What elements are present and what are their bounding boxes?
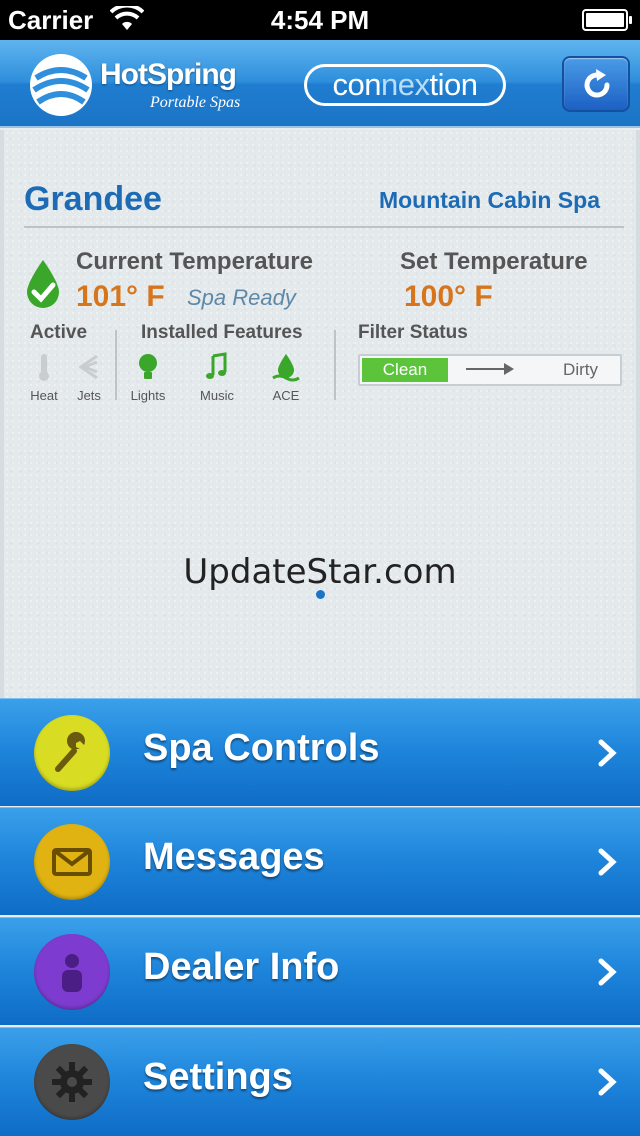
arrow-right-icon <box>466 363 514 375</box>
set-temperature-label: Set Temperature <box>400 248 588 275</box>
menu-dealer-info[interactable]: Dealer Info <box>0 917 640 1025</box>
filter-clean-label: Clean <box>362 358 448 382</box>
current-temperature-label: Current Temperature <box>76 248 313 275</box>
feature-music: Music <box>187 352 247 403</box>
refresh-button[interactable] <box>562 56 630 112</box>
spa-location: Mountain Cabin Spa <box>378 187 600 213</box>
brand-subtitle: Portable Spas <box>150 94 241 111</box>
watermark-text: UpdateStar.com <box>183 552 457 592</box>
chevron-right-icon <box>598 958 617 986</box>
person-icon <box>62 954 82 992</box>
jets-icon <box>78 354 98 380</box>
chevron-right-icon <box>598 1068 617 1096</box>
separator <box>334 330 336 400</box>
set-temperature-value: 100° F <box>404 280 493 313</box>
status-bar: Carrier 4:54 PM <box>0 0 640 40</box>
spa-status-text: Spa Ready <box>187 285 296 310</box>
connexion-mid: nex <box>381 67 430 102</box>
filter-status-bar: Clean Dirty <box>358 354 622 386</box>
gear-icon <box>52 1062 92 1102</box>
current-temperature-value: 101° F <box>76 280 165 313</box>
settings-icon-circle <box>34 1044 110 1120</box>
active-jets: Jets <box>59 352 119 403</box>
page-indicator-dot <box>316 590 325 599</box>
filter-status-title: Filter Status <box>358 322 468 343</box>
spa-ready-drop-icon <box>27 260 59 308</box>
menu-spa-controls-label: Spa Controls <box>143 727 380 769</box>
clock: 4:54 PM <box>270 5 370 35</box>
hotspring-logo: HotSpring Portable Spas <box>28 52 258 118</box>
menu-messages[interactable]: Messages <box>0 807 640 915</box>
divider <box>24 226 624 228</box>
feature-music-label: Music <box>200 388 234 403</box>
active-jets-label: Jets <box>77 388 101 403</box>
app-header: HotSpring Portable Spas connextion <box>0 40 640 128</box>
feature-ace-label: ACE <box>272 388 300 403</box>
connexion-logo: connextion <box>304 64 506 106</box>
menu-dealer-info-label: Dealer Info <box>143 946 340 988</box>
battery-icon <box>582 9 632 31</box>
active-title: Active <box>30 322 88 343</box>
brand-name: HotSpring <box>100 58 237 91</box>
features-title: Installed Features <box>141 322 303 343</box>
wrench-icon <box>55 731 85 772</box>
menu-settings-label: Settings <box>143 1056 293 1098</box>
menu-spa-controls[interactable]: Spa Controls <box>0 698 640 806</box>
thermometer-icon <box>39 354 49 381</box>
feature-lights: Lights <box>118 352 178 403</box>
menu-messages-label: Messages <box>143 836 325 878</box>
refresh-icon <box>584 69 610 98</box>
feature-lights-label: Lights <box>130 388 166 403</box>
filter-dirty-label: Dirty <box>563 360 598 379</box>
swirl-logo-icon <box>30 54 92 116</box>
spa-controls-icon-circle <box>34 715 110 791</box>
messages-icon-circle <box>34 824 110 900</box>
bulb-icon <box>139 354 157 379</box>
menu-settings[interactable]: Settings <box>0 1027 640 1136</box>
feature-ace: ACE <box>256 352 316 403</box>
connexion-suffix: tion <box>429 67 478 102</box>
connexion-prefix: con <box>332 67 382 102</box>
water-drop-icon <box>272 354 300 382</box>
separator <box>115 330 117 400</box>
spa-name: Grandee <box>24 180 162 218</box>
chevron-right-icon <box>598 739 617 767</box>
chevron-right-icon <box>598 848 617 876</box>
dealer-info-icon-circle <box>34 934 110 1010</box>
music-note-icon <box>206 352 227 379</box>
envelope-icon <box>52 848 92 876</box>
spa-status-panel: Grandee Mountain Cabin Spa Current Tempe… <box>0 130 640 698</box>
